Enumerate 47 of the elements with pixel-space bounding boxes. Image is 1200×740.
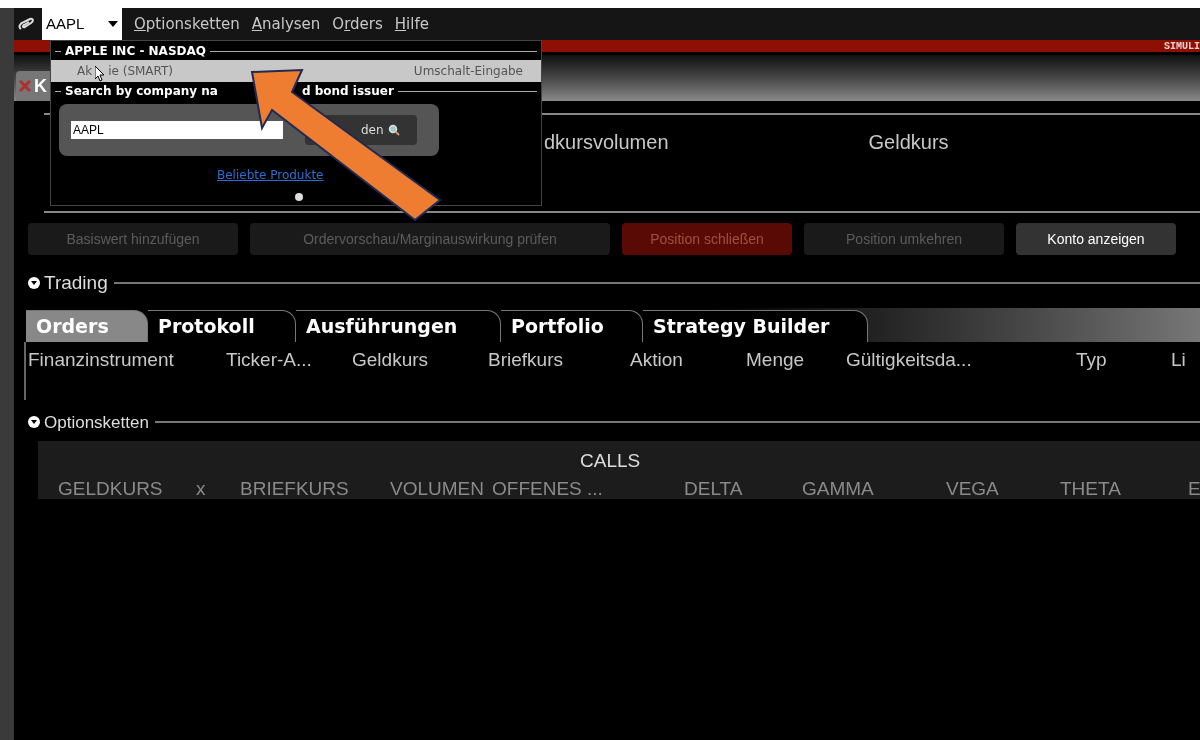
column-header: Briefkurs (487, 347, 564, 372)
popular-products-link[interactable]: Beliebte Produkte (217, 166, 324, 184)
column-header: Geldkurs (868, 130, 949, 155)
tab[interactable]: Ausführungen (296, 309, 501, 342)
action-button[interactable]: Konto anzeigen (1016, 223, 1176, 255)
column-header: OFFENES ... (492, 477, 603, 501)
menu-item[interactable]: Analysen (251, 12, 321, 36)
menu-item[interactable]: Hilfe (394, 12, 429, 36)
column-header: VOLUMEN (390, 477, 484, 501)
symbol-field[interactable]: AAPL (42, 8, 122, 40)
column-header: Menge (745, 347, 806, 372)
menu-item[interactable]: Optionsketten (134, 12, 240, 36)
mouse-cursor-icon (95, 66, 105, 82)
search-heading: d bond issuer (301, 83, 394, 100)
menu-item[interactable]: Orders (332, 12, 383, 36)
section-title: Trading (44, 271, 108, 295)
tab[interactable]: Strategy Builder (643, 309, 868, 342)
column-header: BRIEFKURS (240, 477, 349, 501)
tab[interactable]: Protokoll (148, 309, 296, 342)
section-title: Optionsketten (44, 411, 149, 434)
column-header: dkursvolumen (544, 130, 669, 155)
tab[interactable]: Orders (26, 309, 148, 342)
column-header: Typ (1075, 347, 1108, 372)
tab[interactable]: Portfolio (501, 309, 643, 342)
search-heading: Search by company na (65, 83, 218, 100)
column-header: Li (1170, 347, 1187, 372)
column-header: DELTA (684, 477, 743, 501)
mode-label: SIMULI (1164, 39, 1200, 54)
collapse-icon[interactable] (28, 277, 40, 290)
column-group-label: CALLS (580, 449, 641, 473)
column-header: GAMMA (802, 477, 874, 501)
caret-icon[interactable] (108, 21, 118, 27)
column-header: Aktion (629, 347, 684, 372)
column-header: GELDKURS (58, 477, 163, 501)
collapse-icon[interactable] (28, 416, 40, 429)
column-header: THETA (1060, 477, 1121, 501)
column-header: x (196, 477, 206, 501)
dropdown-heading: APPLE INC - NASDAQ (65, 43, 206, 60)
column-header: Ticker-A... (225, 347, 313, 372)
column-header: Finanzinstrument (27, 347, 175, 372)
dropdown-item[interactable]: Ak ie (SMART) Umschalt-Eingabe (51, 60, 541, 82)
search-field[interactable]: AAPL (71, 121, 283, 139)
column-header: Geldkurs (351, 347, 430, 372)
column-header: VEGA (946, 477, 999, 501)
search-icon[interactable] (387, 124, 400, 136)
column-header: E (1188, 477, 1200, 501)
column-header: Gültigkeitsda... (845, 347, 973, 372)
